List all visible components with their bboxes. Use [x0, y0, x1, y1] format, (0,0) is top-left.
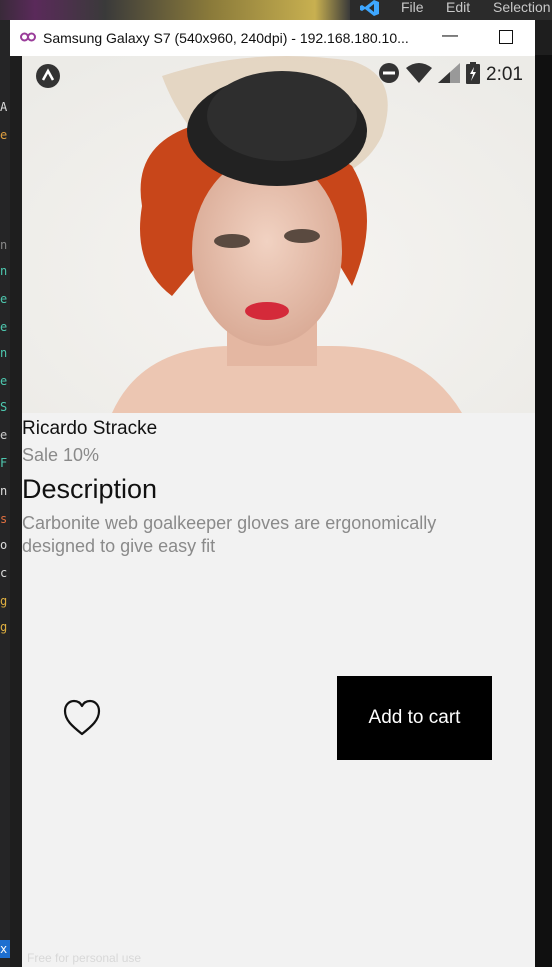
vscode-logo-icon — [360, 0, 380, 16]
menu-edit[interactable]: Edit — [446, 0, 470, 14]
do-not-disturb-icon — [378, 62, 400, 89]
watermark: Free for personal use — [27, 951, 142, 965]
app-notification-icon — [36, 64, 60, 88]
editor-right-edge — [535, 55, 552, 967]
maximize-button[interactable] — [499, 30, 513, 44]
product-name: Ricardo Stracke — [22, 418, 158, 439]
menu-file[interactable]: File — [401, 0, 424, 14]
emulator-title-bar: Samsung Galaxy S7 (540x960, 240dpi) - 19… — [10, 20, 535, 56]
editor-top-strip: File Edit Selection — [0, 0, 552, 20]
minimize-button[interactable]: — — [440, 27, 460, 47]
menu-selection[interactable]: Selection — [493, 0, 551, 14]
wifi-icon — [406, 62, 433, 88]
product-sale-label: Sale 10% — [22, 445, 100, 465]
genymotion-logo-icon — [20, 31, 36, 45]
heart-outline-icon — [62, 699, 102, 742]
editor-tab-preview — [0, 0, 350, 20]
favorite-button[interactable] — [62, 698, 102, 738]
status-bar: 2:01 — [22, 56, 535, 92]
emulator-title: Samsung Galaxy S7 (540x960, 240dpi) - 19… — [43, 30, 409, 46]
status-icons: 2:01 — [378, 61, 523, 89]
editor-code-strip: A e n n e e n e S e F n s o c g g x — [0, 20, 10, 967]
status-time: 2:01 — [486, 64, 523, 85]
phone-screen: 2:01 Ricardo Stracke Sale 10% Descriptio… — [22, 56, 535, 967]
cell-signal-icon — [438, 62, 461, 88]
description-heading: Description — [22, 474, 158, 504]
product-description: Carbonite web goalkeeper gloves are ergo… — [22, 513, 437, 556]
product-image: 2:01 — [22, 56, 535, 413]
battery-charging-icon — [466, 61, 481, 89]
product-photo-illustration — [22, 56, 535, 413]
add-to-cart-button[interactable]: Add to cart — [337, 676, 492, 760]
